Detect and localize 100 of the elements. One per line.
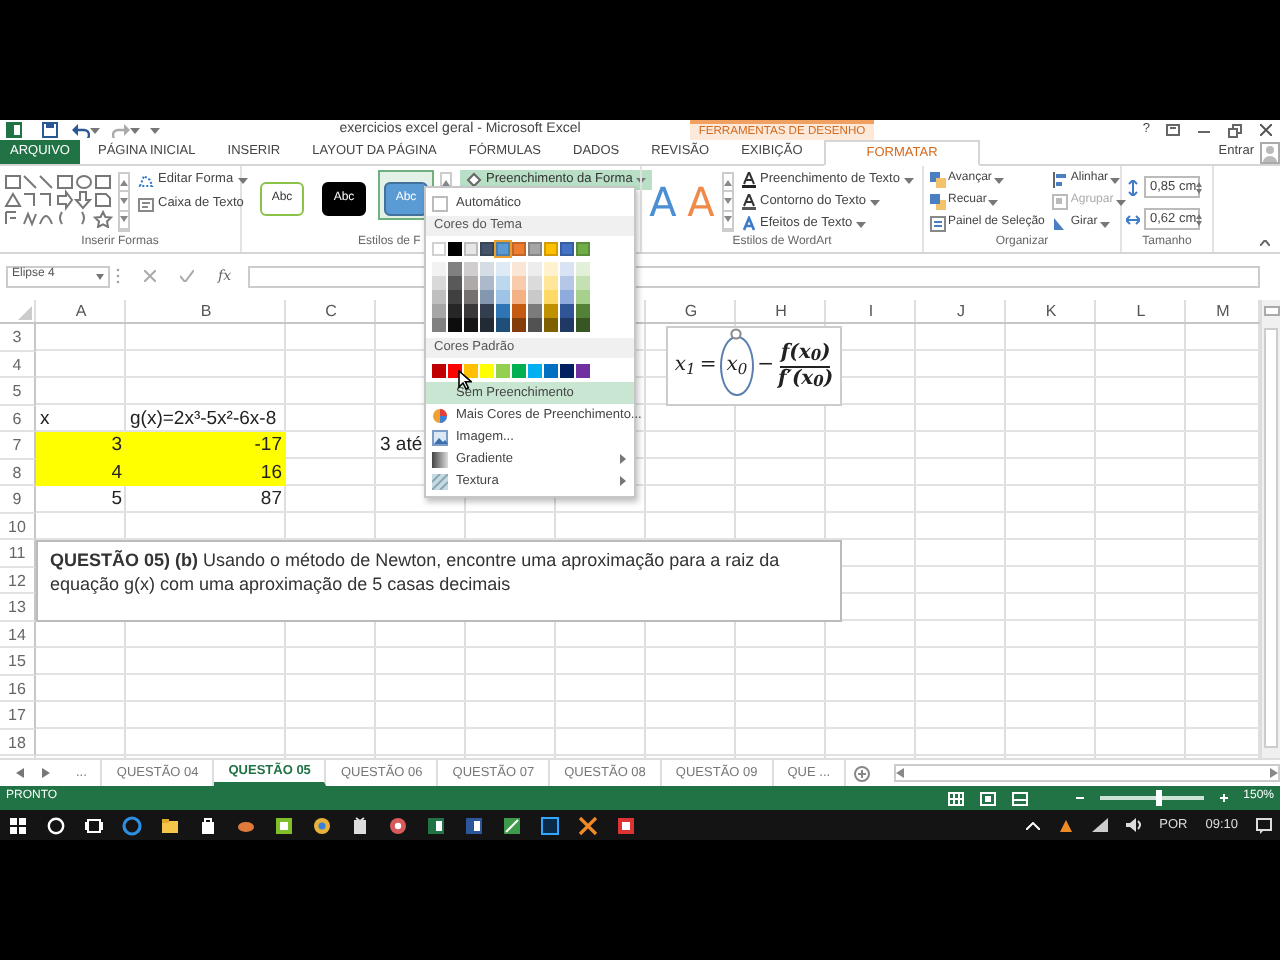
start-icon[interactable]	[8, 815, 28, 835]
color-swatch[interactable]	[432, 276, 446, 290]
color-swatch[interactable]	[496, 304, 510, 318]
color-swatch[interactable]	[480, 364, 494, 378]
globe-icon[interactable]	[312, 815, 332, 835]
color-swatch[interactable]	[512, 304, 526, 318]
chart-app-icon[interactable]	[502, 815, 522, 835]
color-swatch[interactable]	[528, 262, 542, 276]
color-swatch[interactable]	[560, 318, 574, 332]
color-swatch[interactable]	[496, 242, 510, 256]
color-swatch[interactable]	[480, 262, 494, 276]
wifi-icon[interactable]	[1091, 818, 1108, 832]
color-swatch[interactable]	[576, 318, 590, 332]
scroll-thumb[interactable]	[1264, 328, 1278, 748]
color-swatch[interactable]	[432, 290, 446, 304]
next-sheet-icon[interactable]	[42, 768, 50, 778]
color-swatch[interactable]	[576, 242, 590, 256]
task-view-icon[interactable]	[84, 815, 104, 835]
zoom-in-icon[interactable]	[1219, 794, 1228, 802]
row-header[interactable]: 4	[0, 351, 36, 378]
color-swatch[interactable]	[496, 262, 510, 276]
vertical-scrollbar[interactable]	[1260, 300, 1280, 758]
color-swatch[interactable]	[528, 242, 542, 256]
previous-sheet-icon[interactable]	[16, 768, 24, 778]
color-swatch[interactable]	[464, 262, 478, 276]
color-swatch[interactable]	[528, 276, 542, 290]
color-swatch[interactable]	[512, 290, 526, 304]
color-swatch[interactable]	[528, 304, 542, 318]
notifications-icon[interactable]	[1256, 817, 1272, 833]
shapes-gallery-drawing[interactable]	[4, 174, 114, 228]
column-header[interactable]: A	[36, 300, 126, 324]
spinner-icon[interactable]	[1196, 213, 1203, 225]
color-swatch[interactable]	[448, 318, 462, 332]
image-editor-icon[interactable]	[540, 815, 560, 835]
color-swatch[interactable]	[560, 242, 574, 256]
color-swatch[interactable]	[464, 364, 478, 378]
enter-icon[interactable]	[180, 270, 194, 282]
row-header[interactable]: 15	[0, 648, 36, 675]
column-header[interactable]: H	[736, 300, 826, 324]
color-swatch[interactable]	[544, 262, 558, 276]
color-swatch[interactable]	[560, 364, 574, 378]
restore-icon[interactable]	[1228, 123, 1242, 137]
color-swatch[interactable]	[528, 364, 542, 378]
color-swatch[interactable]	[432, 364, 446, 378]
folder-icon[interactable]	[160, 815, 180, 835]
color-swatch[interactable]	[576, 304, 590, 318]
spinner-icon[interactable]	[1196, 181, 1203, 193]
color-swatch[interactable]	[432, 262, 446, 276]
column-header[interactable]: L	[1096, 300, 1186, 324]
row-header[interactable]: 3	[0, 324, 36, 351]
color-swatch[interactable]	[480, 304, 494, 318]
column-header[interactable]: M	[1186, 300, 1260, 324]
row-header[interactable]: 9	[0, 486, 36, 513]
row-header[interactable]: 5	[0, 378, 36, 405]
row-header[interactable]: 17	[0, 702, 36, 729]
color-swatch[interactable]	[480, 276, 494, 290]
color-swatch[interactable]	[576, 276, 590, 290]
select-all-icon[interactable]	[18, 306, 32, 320]
media-icon[interactable]	[388, 815, 408, 835]
horizontal-scrollbar[interactable]	[894, 764, 1280, 782]
recorder-icon[interactable]	[616, 815, 636, 835]
color-swatch[interactable]	[496, 290, 510, 304]
column-header[interactable]: C	[286, 300, 376, 324]
color-swatch[interactable]	[480, 242, 494, 256]
color-swatch[interactable]	[496, 276, 510, 290]
gallery-scrollbar[interactable]	[118, 172, 130, 232]
color-swatch[interactable]	[528, 290, 542, 304]
color-swatch[interactable]	[480, 318, 494, 332]
color-swatch[interactable]	[560, 304, 574, 318]
tray-app-icon[interactable]	[1057, 817, 1074, 833]
color-swatch[interactable]	[448, 242, 462, 256]
caret-icon[interactable]	[96, 273, 104, 279]
color-swatch[interactable]	[512, 262, 526, 276]
zoom-out-icon[interactable]	[1075, 794, 1084, 802]
color-swatch[interactable]	[544, 364, 558, 378]
color-swatch[interactable]	[528, 318, 542, 332]
row-header[interactable]: 10	[0, 513, 36, 540]
spreadsheet-app-icon[interactable]	[426, 815, 446, 835]
document-app-icon[interactable]	[464, 815, 484, 835]
color-swatch[interactable]	[576, 364, 590, 378]
slider-thumb[interactable]	[1155, 790, 1162, 806]
color-swatch[interactable]	[544, 276, 558, 290]
color-swatch[interactable]	[544, 318, 558, 332]
color-swatch[interactable]	[512, 276, 526, 290]
color-swatch[interactable]	[464, 242, 478, 256]
normal-view-icon[interactable]	[947, 791, 964, 805]
page-layout-icon[interactable]	[979, 791, 996, 805]
collapse-ribbon-icon[interactable]	[1260, 240, 1270, 246]
redo-icon[interactable]	[112, 123, 130, 137]
color-swatch[interactable]	[512, 242, 526, 256]
rotate-handle-icon[interactable]	[730, 328, 743, 340]
gallery-scrollbar[interactable]	[722, 172, 734, 232]
color-swatch[interactable]	[448, 262, 462, 276]
search-icon[interactable]	[46, 815, 66, 835]
ribbon-options-icon[interactable]	[1166, 124, 1180, 136]
color-swatch[interactable]	[560, 290, 574, 304]
column-header[interactable]: B	[126, 300, 286, 324]
split-handle-icon[interactable]	[1264, 306, 1280, 316]
close-icon[interactable]	[1260, 124, 1272, 136]
page-break-icon[interactable]	[1011, 791, 1028, 805]
